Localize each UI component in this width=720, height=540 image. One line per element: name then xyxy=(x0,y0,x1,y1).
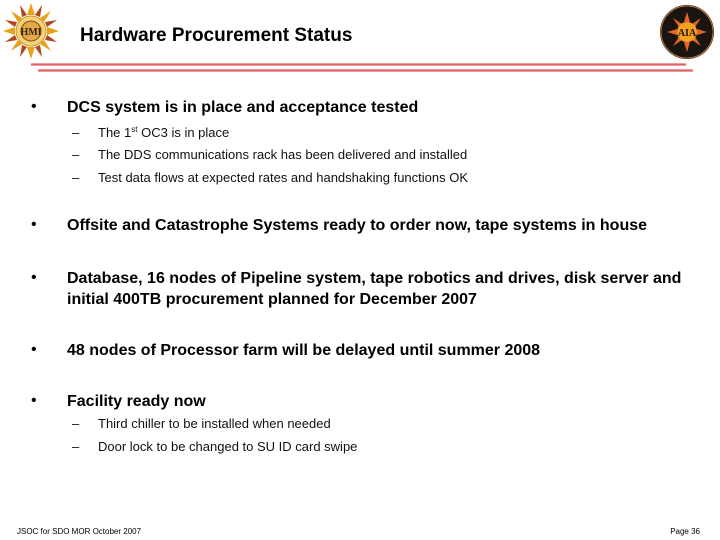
hmi-sun-icon: HMI xyxy=(3,3,59,59)
bullet-text-line2: initial 400TB procurement planned for De… xyxy=(67,291,477,308)
bullet-text: 48 nodes of Processor farm will be delay… xyxy=(67,342,541,359)
sub-bullet-text: Third chiller to be installed when neede… xyxy=(98,416,331,431)
bullet-marker: • xyxy=(31,269,37,286)
hmi-logo: HMI xyxy=(2,2,60,60)
sub-bullet-text: The 1st OC3 is in place xyxy=(98,125,230,140)
aia-sun-icon: AIA xyxy=(660,5,714,59)
sub-bullet-marker: – xyxy=(72,147,80,162)
page-number: Page 36 xyxy=(670,527,700,536)
bullet-text: Database, 16 nodes of Pipeline system, t… xyxy=(67,268,681,310)
bullet-text: Offsite and Catastrophe Systems ready to… xyxy=(67,217,648,234)
bullet-marker: • xyxy=(31,216,37,233)
sub-bullet-text: The DDS communications rack has been del… xyxy=(98,147,468,162)
sub-bullet-marker: – xyxy=(72,170,80,185)
title-rule-top xyxy=(31,63,686,66)
footer-left: JSOC for SDO MOR October 2007 xyxy=(17,527,142,536)
sub-bullet-text: Test data flows at expected rates and ha… xyxy=(98,170,469,185)
sub-bullet-marker: – xyxy=(72,439,80,454)
sub-bullet-marker: – xyxy=(72,416,80,431)
bullet-marker: • xyxy=(31,98,37,115)
bullet-marker: • xyxy=(31,392,37,409)
bullet-text: DCS system is in place and acceptance te… xyxy=(67,99,419,116)
aia-logo: AIA xyxy=(659,4,715,60)
slide-title: Hardware Procurement Status xyxy=(80,25,353,46)
bullet-text: Facility ready now xyxy=(67,393,206,410)
bullet-text-line1: Database, 16 nodes of Pipeline system, t… xyxy=(67,270,682,287)
sub-bullet-marker: – xyxy=(72,125,80,140)
bullet-marker: • xyxy=(31,341,37,358)
title-rule-bottom xyxy=(38,69,693,72)
svg-text:AIA: AIA xyxy=(678,28,697,39)
svg-text:HMI: HMI xyxy=(20,27,41,38)
sub-bullet-text: Door lock to be changed to SU ID card sw… xyxy=(98,439,358,454)
